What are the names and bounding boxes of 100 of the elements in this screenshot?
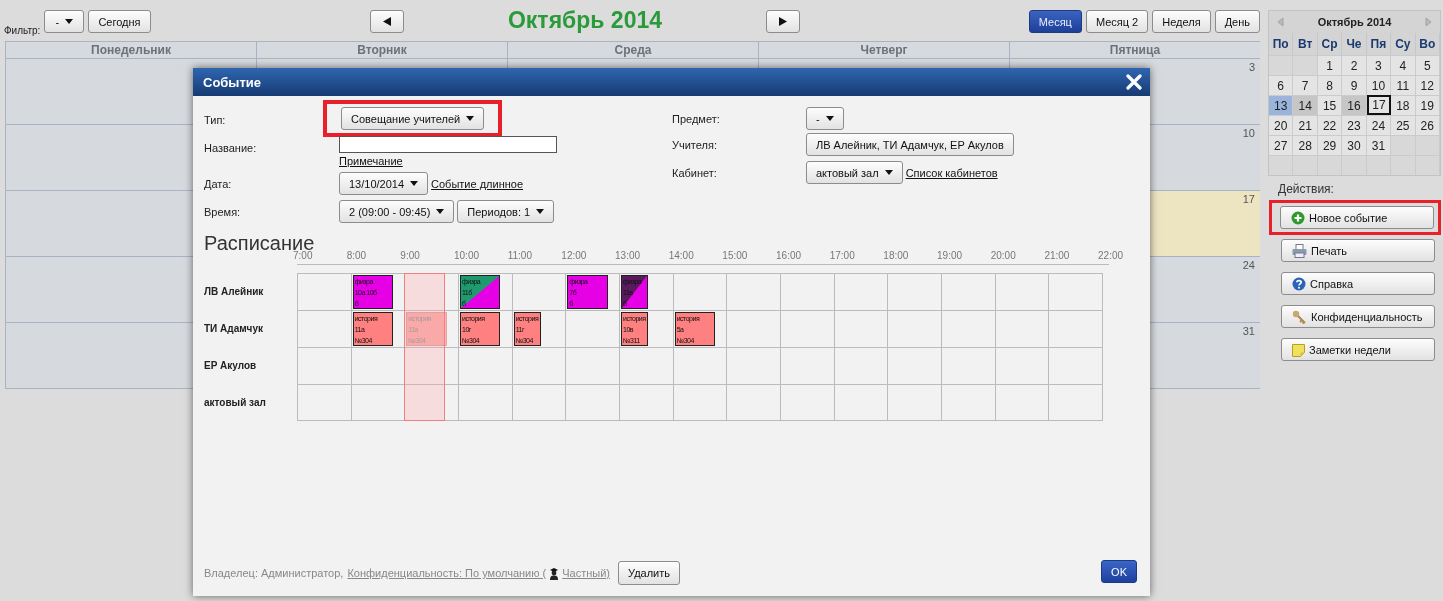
row-label: ТИ Адамчук [204,323,264,334]
weekday-header: Четверг [758,42,1009,58]
caret-icon [466,116,475,121]
weekday-label: Су [1391,33,1416,55]
row-label: ЛВ Алейник [204,286,265,297]
day-number: 31 [1242,325,1255,337]
month-title: Октябрь 2014 [506,7,663,34]
note-link[interactable]: Примечание [339,155,624,167]
caret-icon [65,19,74,24]
next-month-icon[interactable] [1425,17,1432,27]
mini-day[interactable]: 15 [1317,95,1343,115]
caret-icon [410,181,419,186]
action-button[interactable]: Конфиденциальность [1281,305,1435,328]
prev-icon [383,17,391,26]
mini-day[interactable]: 29 [1317,135,1343,155]
mini-day[interactable]: 21 [1293,115,1318,135]
hour-label: 21:00 [1044,250,1070,261]
link[interactable]: Список кабинетов [905,166,998,179]
field-label: Время: [204,206,242,218]
mini-day[interactable]: 3 [1366,55,1392,75]
dropdown[interactable]: 13/10/2014 [339,172,429,195]
help-icon [1292,276,1306,291]
hour-label: 11:00 [507,250,532,261]
filter-dropdown[interactable]: - [44,10,85,33]
weekday-header: Пятница [1009,42,1260,58]
hour-label: 9:00 [400,250,420,261]
mini-day[interactable]: 23 [1342,115,1367,135]
next-icon [779,17,787,26]
hour-label: 10:00 [454,250,480,261]
hour-label: 18:00 [883,250,909,261]
hour-label: 22:00 [1098,250,1124,261]
caret-icon [536,209,545,214]
day-number: 3 [1248,61,1255,73]
field-label: Кабинет: [672,167,718,179]
mini-day[interactable]: 10 [1366,75,1392,95]
mini-day[interactable]: 18 [1391,95,1416,115]
hour-label: 16:00 [776,250,802,261]
action-button[interactable]: Заметки недели [1281,338,1435,361]
link[interactable]: Событие длинное [431,177,524,190]
name-field[interactable] [339,136,557,153]
mini-day[interactable]: 27 [1269,135,1294,155]
view-tab[interactable]: День [1214,10,1260,33]
mini-day[interactable]: 19 [1415,95,1440,115]
row-label: актовый зал [204,397,267,408]
mini-day[interactable]: 26 [1415,115,1440,135]
delete-button[interactable]: Удалить [618,561,680,585]
mini-day[interactable]: 1 [1317,55,1343,75]
dialog-title: Событие [203,74,262,90]
mini-day[interactable]: 22 [1317,115,1343,135]
weekday-label: Че [1342,33,1367,55]
mini-day[interactable]: 9 [1342,75,1367,95]
mini-day[interactable]: 2 [1342,55,1367,75]
mini-day[interactable]: 8 [1317,75,1343,95]
mini-day[interactable]: 17 [1366,95,1392,115]
today-button[interactable]: Сегодня [88,10,151,33]
dropdown[interactable]: - [806,107,844,130]
mini-day[interactable]: 11 [1391,75,1416,95]
mini-day[interactable]: 28 [1293,135,1318,155]
action-button[interactable]: Печать [1281,239,1435,262]
weekday-label: По [1269,33,1294,55]
next-button[interactable] [766,10,800,33]
hour-label: 19:00 [937,250,963,261]
weekday-label: Вт [1293,33,1318,55]
mini-day[interactable]: 7 [1293,75,1318,95]
mini-day[interactable]: 13 [1269,95,1294,115]
mini-day[interactable]: 6 [1269,75,1294,95]
view-tab[interactable]: Неделя [1152,10,1211,33]
mini-day[interactable]: 30 [1342,135,1367,155]
mini-day[interactable]: 4 [1391,55,1416,75]
dropdown[interactable]: 2 (09:00 - 09:45) [339,200,455,223]
owner-text: Владелец: Администратор, [204,567,344,579]
caret-icon [825,116,834,121]
mini-day[interactable]: 5 [1415,55,1440,75]
day-number: 17 [1242,193,1255,205]
mini-day[interactable]: 14 [1293,95,1318,115]
key-icon [1292,309,1307,324]
mini-day[interactable]: 20 [1269,115,1294,135]
plus-icon [1291,210,1305,225]
view-tab[interactable]: Месяц 2 [1085,10,1149,33]
ok-button[interactable]: OK [1101,560,1137,583]
teachers-button[interactable]: ЛВ Алейник, ТИ Адамчук, ЕР Акулов [806,133,1014,156]
dropdown[interactable]: актовый зал [806,161,903,184]
dropdown[interactable]: Совещание учителей [341,107,485,130]
dropdown[interactable]: Периодов: 1 [457,200,555,223]
mini-day[interactable]: 25 [1391,115,1416,135]
action-button[interactable]: Справка [1281,272,1435,295]
mini-day[interactable]: 31 [1366,135,1392,155]
prev-button[interactable] [370,10,404,33]
weekday-header: Вторник [256,42,507,58]
mini-day[interactable]: 12 [1415,75,1440,95]
action-button[interactable]: Новое событие [1280,206,1434,229]
prev-month-icon[interactable] [1277,17,1284,27]
field-label: Учителя: [672,139,718,151]
mini-day[interactable]: 16 [1342,95,1367,115]
field-label: Тип: [204,114,227,126]
close-icon[interactable] [1126,74,1142,90]
view-tab[interactable]: Месяц [1028,10,1082,33]
selected-slot[interactable] [404,273,445,421]
mini-day[interactable]: 24 [1366,115,1392,135]
hour-label: 8:00 [346,250,367,261]
